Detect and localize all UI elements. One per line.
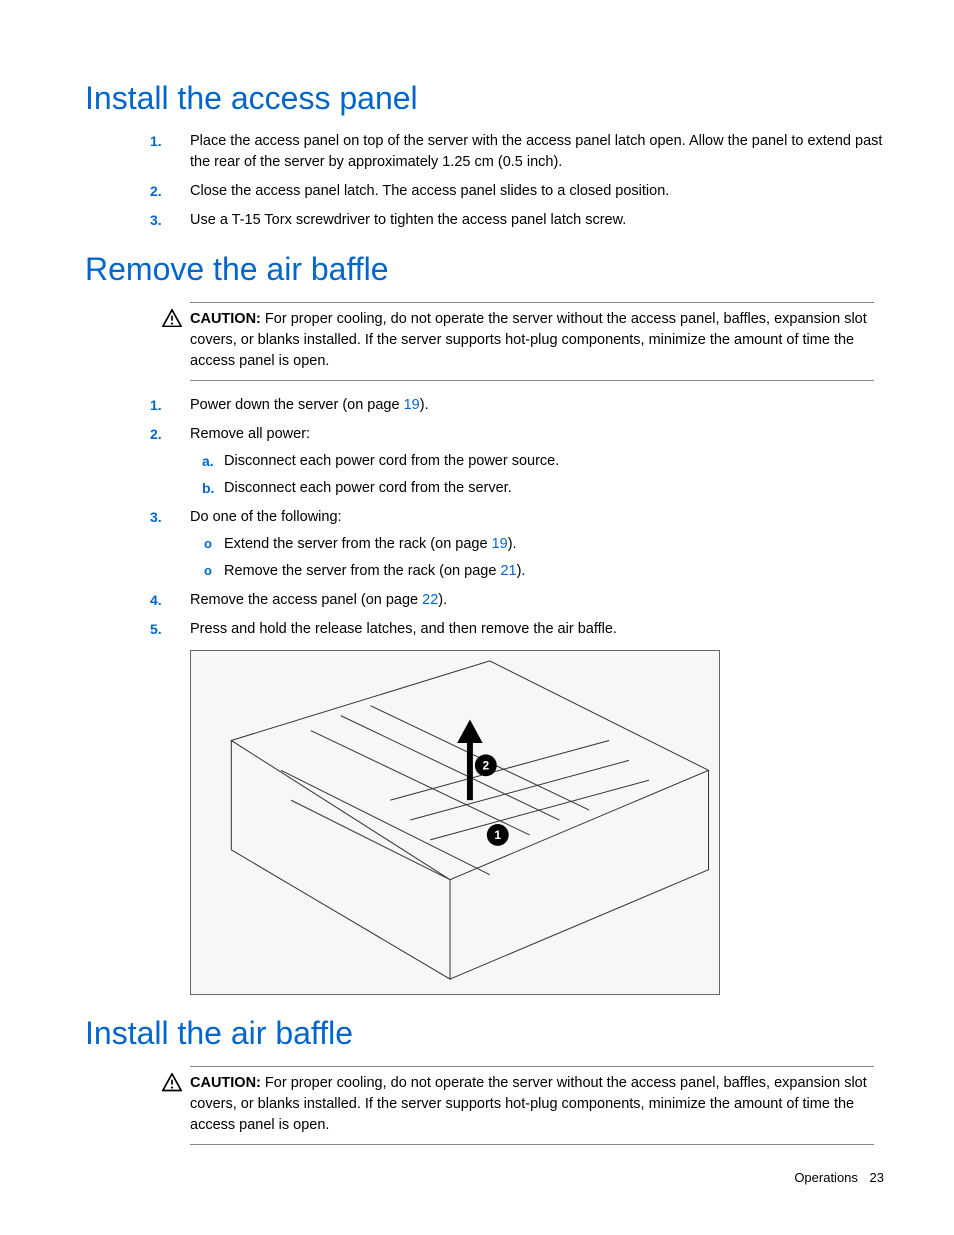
sub-marker: b.	[202, 478, 214, 498]
step: 2. Remove all power: a.Disconnect each p…	[190, 424, 884, 499]
step-text: Place the access panel on top of the ser…	[190, 133, 882, 170]
step-number: 2.	[150, 181, 162, 201]
step: 3. Do one of the following: oExtend the …	[190, 507, 884, 582]
sub-options: oExtend the server from the rack (on pag…	[224, 534, 884, 582]
caution-block: CAUTION: For proper cooling, do not oper…	[190, 302, 874, 381]
caution-block: CAUTION: For proper cooling, do not oper…	[190, 1066, 874, 1145]
sub-text: Disconnect each power cord from the serv…	[224, 480, 512, 496]
sub-option: oRemove the server from the rack (on pag…	[224, 561, 884, 582]
section-heading-remove-air-baffle: Remove the air baffle	[85, 251, 884, 288]
caution-body: For proper cooling, do not operate the s…	[190, 1075, 867, 1133]
install-access-panel-steps: 1.Place the access panel on top of the s…	[190, 131, 884, 231]
caution-body: For proper cooling, do not operate the s…	[190, 311, 867, 369]
page-link[interactable]: 21	[500, 563, 516, 579]
sub-marker: a.	[202, 451, 214, 471]
caution-icon	[162, 309, 182, 327]
callout-1: 1	[494, 828, 501, 842]
step-text: Close the access panel latch. The access…	[190, 183, 669, 199]
footer-section-label: Operations	[794, 1170, 858, 1185]
caution-icon	[162, 1073, 182, 1091]
step: 1. Power down the server (on page 19).	[190, 395, 884, 416]
step-number: 3.	[150, 210, 162, 230]
page-link[interactable]: 19	[492, 536, 508, 552]
sub-text-post: ).	[517, 563, 526, 579]
step-text-post: ).	[420, 397, 429, 413]
page-link[interactable]: 22	[422, 592, 438, 608]
remove-air-baffle-steps: 1. Power down the server (on page 19). 2…	[190, 395, 884, 640]
step-number: 3.	[150, 507, 162, 527]
circle-marker: o	[204, 535, 212, 554]
caution-text: CAUTION: For proper cooling, do not oper…	[190, 309, 874, 372]
step-text: Use a T-15 Torx screwdriver to tighten t…	[190, 212, 626, 228]
air-baffle-diagram: 1 2	[190, 650, 720, 995]
sub-step: a.Disconnect each power cord from the po…	[224, 451, 884, 472]
step-text-pre: Remove the access panel (on page	[190, 592, 422, 608]
step-text: Power down the server (on page	[190, 397, 404, 413]
sub-text: Disconnect each power cord from the powe…	[224, 453, 559, 469]
step-number: 1.	[150, 131, 162, 151]
step-text-post: ).	[438, 592, 447, 608]
section-heading-install-air-baffle: Install the air baffle	[85, 1015, 884, 1052]
step: 2.Close the access panel latch. The acce…	[190, 181, 884, 202]
caution-label: CAUTION:	[190, 311, 261, 327]
step-text: Remove all power:	[190, 426, 310, 442]
sub-step: b.Disconnect each power cord from the se…	[224, 478, 884, 499]
step-number: 4.	[150, 590, 162, 610]
page-footer: Operations 23	[794, 1170, 884, 1185]
caution-text: CAUTION: For proper cooling, do not oper…	[190, 1073, 874, 1136]
sub-steps: a.Disconnect each power cord from the po…	[224, 451, 884, 499]
step: 5. Press and hold the release latches, a…	[190, 619, 884, 640]
step-text: Do one of the following:	[190, 509, 342, 525]
step-number: 2.	[150, 424, 162, 444]
sub-option: oExtend the server from the rack (on pag…	[224, 534, 884, 555]
step: 4. Remove the access panel (on page 22).	[190, 590, 884, 611]
sub-text-pre: Remove the server from the rack (on page	[224, 563, 500, 579]
step: 1.Place the access panel on top of the s…	[190, 131, 884, 173]
step-number: 5.	[150, 619, 162, 639]
caution-label: CAUTION:	[190, 1075, 261, 1091]
step: 3.Use a T-15 Torx screwdriver to tighten…	[190, 210, 884, 231]
footer-page-number: 23	[870, 1170, 884, 1185]
circle-marker: o	[204, 562, 212, 581]
sub-text-post: ).	[508, 536, 517, 552]
sub-text-pre: Extend the server from the rack (on page	[224, 536, 492, 552]
section-heading-install-access-panel: Install the access panel	[85, 80, 884, 117]
page-link[interactable]: 19	[404, 397, 420, 413]
step-text: Press and hold the release latches, and …	[190, 621, 617, 637]
step-number: 1.	[150, 395, 162, 415]
callout-2: 2	[482, 759, 489, 773]
